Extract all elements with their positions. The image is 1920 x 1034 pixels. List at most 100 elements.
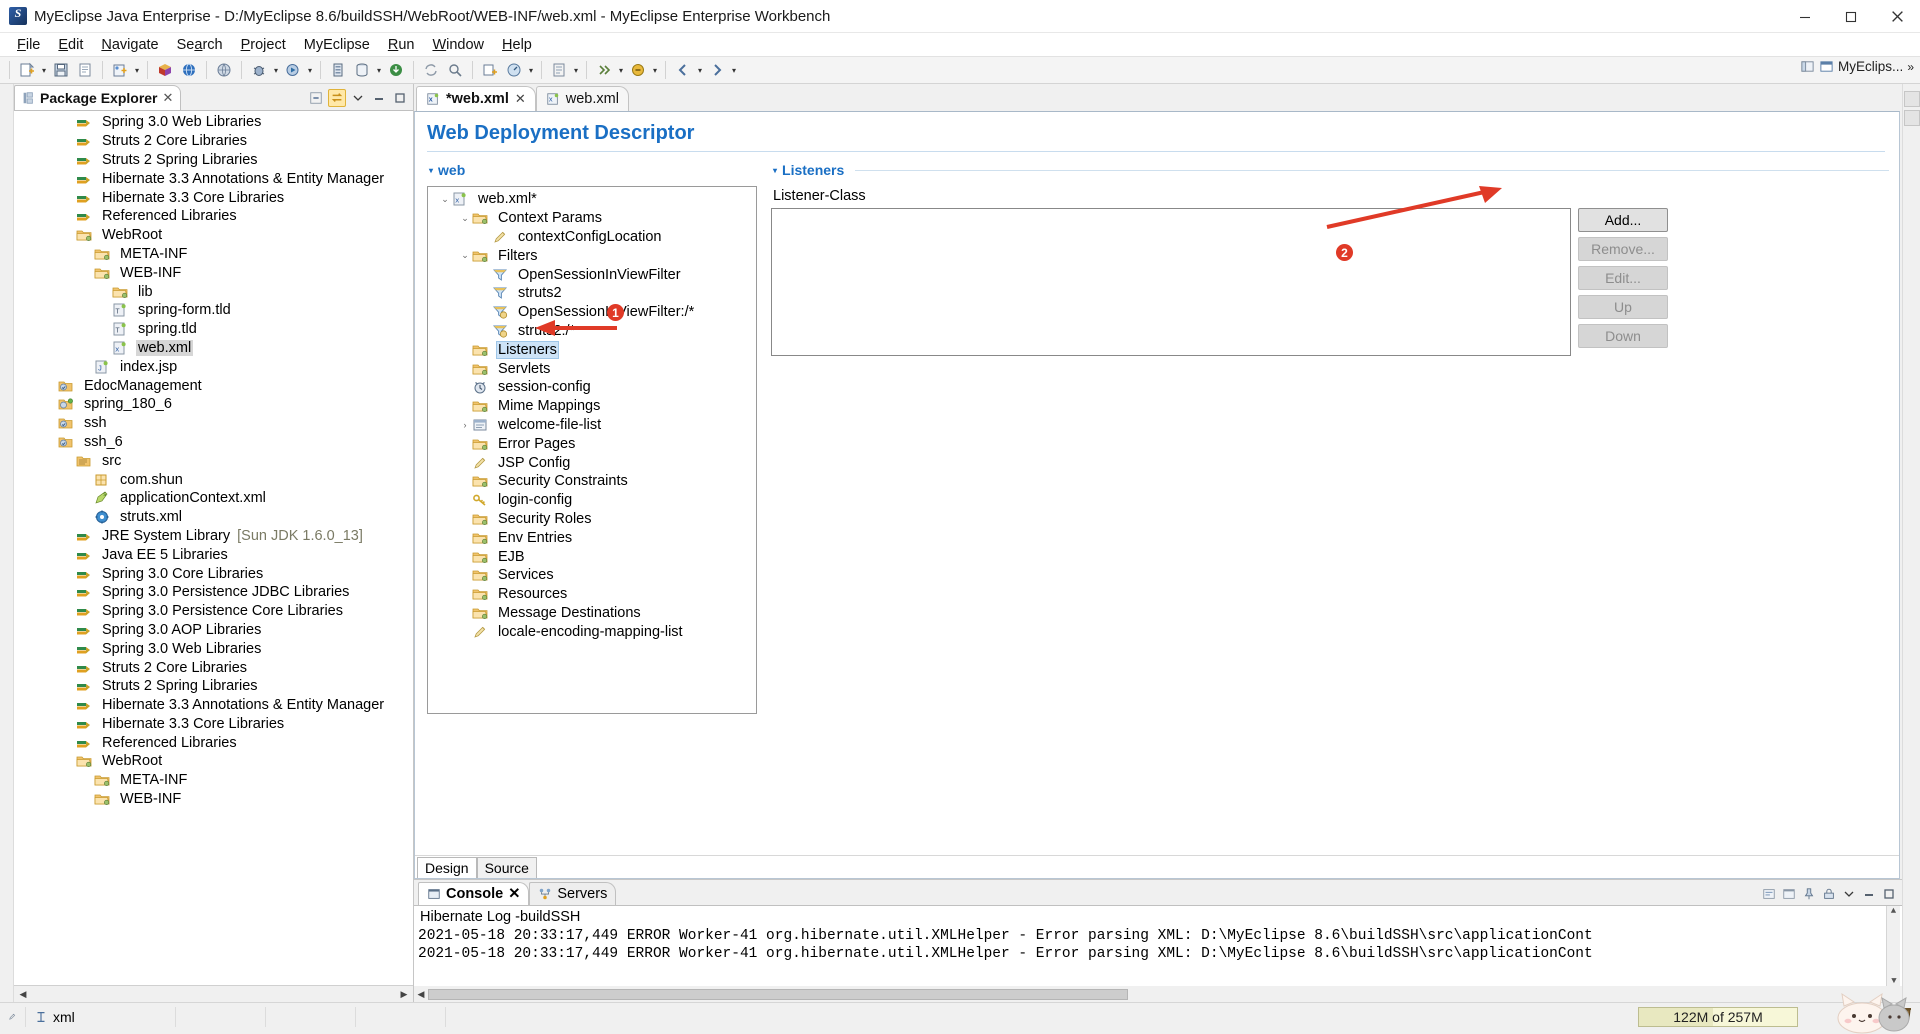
- explorer-tree-item[interactable]: Hibernate 3.3 Annotations & Entity Manag…: [14, 696, 413, 715]
- scroll-left-icon[interactable]: ◀: [414, 989, 428, 1000]
- explorer-tree-item[interactable]: Hibernate 3.3 Core Libraries: [14, 715, 413, 734]
- outline-fastview-icon[interactable]: [1903, 91, 1920, 107]
- explorer-tree-item[interactable]: spring_180_6: [14, 395, 413, 414]
- run-as-icon[interactable]: [282, 59, 304, 81]
- explorer-tree-item[interactable]: Java EE 5 Libraries: [14, 545, 413, 564]
- explorer-tree-item[interactable]: WEB-INF: [14, 790, 413, 809]
- view-menu-icon[interactable]: [349, 89, 367, 107]
- explorer-tree-item[interactable]: META-INF: [14, 245, 413, 264]
- explorer-tree-item[interactable]: Spring 3.0 Persistence Core Libraries: [14, 602, 413, 621]
- explorer-tree-item[interactable]: lib: [14, 282, 413, 301]
- link-with-editor-icon[interactable]: [328, 89, 346, 107]
- close-button[interactable]: [1874, 0, 1920, 33]
- explorer-tree-item[interactable]: WEB-INF: [14, 263, 413, 282]
- web-tree-item[interactable]: ⌄ Context Params: [432, 209, 756, 228]
- explorer-tree-item[interactable]: Spring 3.0 AOP Libraries: [14, 621, 413, 640]
- save-icon[interactable]: [50, 59, 72, 81]
- new-project-dropdown-icon[interactable]: ▾: [132, 59, 142, 81]
- previous-annotation-dropdown-icon[interactable]: ▾: [650, 59, 660, 81]
- web-tree-item[interactable]: ⌄ Filters: [432, 246, 756, 265]
- run-as-dropdown-icon[interactable]: ▾: [305, 59, 315, 81]
- collapse-all-icon[interactable]: [307, 89, 325, 107]
- chevron-down-icon[interactable]: ▾: [773, 166, 777, 175]
- close-icon[interactable]: ✕: [508, 886, 520, 902]
- web-section-header[interactable]: ▾ web: [427, 160, 757, 184]
- profile-dropdown-icon[interactable]: ▾: [526, 59, 536, 81]
- explorer-tree-item[interactable]: x web.xml: [14, 339, 413, 358]
- new-project-icon[interactable]: [109, 59, 131, 81]
- web-tree-item[interactable]: Services: [432, 566, 756, 585]
- previous-annotation-icon[interactable]: [627, 59, 649, 81]
- tree-twisty[interactable]: ⌄: [438, 194, 452, 205]
- explorer-tree-item[interactable]: Spring 3.0 Web Libraries: [14, 113, 413, 132]
- pin-console-icon[interactable]: [1800, 885, 1818, 903]
- display-selected-console-icon[interactable]: [1760, 885, 1778, 903]
- tab-package-explorer[interactable]: Package Explorer ✕: [14, 85, 182, 110]
- explorer-tree-item[interactable]: src: [14, 451, 413, 470]
- tree-twisty[interactable]: ⌄: [458, 250, 472, 261]
- minimize-icon[interactable]: [1860, 885, 1878, 903]
- explorer-tree-item[interactable]: Struts 2 Spring Libraries: [14, 677, 413, 696]
- web-tree-item[interactable]: OpenSessionInViewFilter: [432, 265, 756, 284]
- profile-icon[interactable]: [503, 59, 525, 81]
- tab-design[interactable]: Design: [417, 857, 477, 878]
- debug-icon[interactable]: [248, 59, 270, 81]
- menu-run[interactable]: Run: [379, 35, 424, 55]
- explorer-tree-item[interactable]: WebRoot: [14, 752, 413, 771]
- web-tree-item[interactable]: Resources: [432, 585, 756, 604]
- next-annotation-icon[interactable]: [593, 59, 615, 81]
- menu-edit[interactable]: Edit: [49, 35, 92, 55]
- explorer-tree-item[interactable]: Spring 3.0 Web Libraries: [14, 639, 413, 658]
- globe-icon[interactable]: [213, 59, 235, 81]
- explorer-tree-item[interactable]: META-INF: [14, 771, 413, 790]
- explorer-tree-item[interactable]: ssh_6: [14, 433, 413, 452]
- web-tree-item[interactable]: Servlets: [432, 359, 756, 378]
- database-dropdown-icon[interactable]: ▾: [374, 59, 384, 81]
- tab-source[interactable]: Source: [476, 857, 537, 878]
- open-type-dropdown-icon[interactable]: ▾: [571, 59, 581, 81]
- menu-navigate[interactable]: Navigate: [92, 35, 167, 55]
- maximize-button[interactable]: [1828, 0, 1874, 33]
- explorer-tree-item[interactable]: Struts 2 Core Libraries: [14, 132, 413, 151]
- scroll-up-icon[interactable]: ▲: [1887, 906, 1900, 916]
- explorer-horizontal-scrollbar[interactable]: ◀ ▶: [14, 985, 413, 1002]
- explorer-tree-item[interactable]: Spring 3.0 Persistence JDBC Libraries: [14, 583, 413, 602]
- heap-status[interactable]: 122M of 257M: [1638, 1007, 1798, 1027]
- explorer-tree-item[interactable]: Jindex.jsp: [14, 357, 413, 376]
- package-explorer-tree[interactable]: Spring 3.0 Web Libraries Struts 2 Core Li…: [14, 111, 413, 985]
- editor-tab-web-xml-dirty[interactable]: x *web.xml ✕: [416, 86, 536, 111]
- server-icon[interactable]: [327, 59, 349, 81]
- listeners-section-header[interactable]: ▾ Listeners: [771, 160, 1889, 184]
- web-tree-item[interactable]: login-config: [432, 491, 756, 510]
- deploy-icon[interactable]: [385, 59, 407, 81]
- chevron-down-icon[interactable]: ▾: [429, 166, 433, 175]
- listeners-tree-node[interactable]: Listeners: [432, 340, 756, 359]
- forward-dropdown-icon[interactable]: ▾: [729, 59, 739, 81]
- web-tree-item[interactable]: session-config: [432, 378, 756, 397]
- database-icon[interactable]: [351, 59, 373, 81]
- explorer-tree-item[interactable]: ssh: [14, 414, 413, 433]
- scroll-lock-icon[interactable]: [1820, 885, 1838, 903]
- explorer-tree-item[interactable]: s applicationContext.xml: [14, 489, 413, 508]
- search-icon[interactable]: [444, 59, 466, 81]
- scroll-track[interactable]: [30, 989, 397, 1000]
- web-xml-tree[interactable]: ⌄ x web.xml* ⌄ Context Params contextConfigLo…: [427, 186, 757, 714]
- back-dropdown-icon[interactable]: ▾: [695, 59, 705, 81]
- web-tree-item[interactable]: Security Constraints: [432, 472, 756, 491]
- close-icon[interactable]: ✕: [515, 91, 526, 107]
- explorer-tree-item[interactable]: Hibernate 3.3 Core Libraries: [14, 188, 413, 207]
- package-icon[interactable]: [154, 59, 176, 81]
- explorer-tree-item[interactable]: JRE System Library [Sun JDK 1.6.0_13]: [14, 527, 413, 546]
- console-horizontal-scrollbar[interactable]: ◀: [414, 986, 1902, 1002]
- explorer-tree-item[interactable]: Referenced Libraries: [14, 733, 413, 752]
- new-wizard-icon[interactable]: [16, 59, 38, 81]
- open-console-icon[interactable]: [1780, 885, 1798, 903]
- new-wizard-dropdown-icon[interactable]: ▾: [39, 59, 49, 81]
- explorer-tree-item[interactable]: Spring 3.0 Core Libraries: [14, 564, 413, 583]
- console-output[interactable]: Hibernate Log -buildSSH 2021-05-18 20:33…: [414, 905, 1902, 986]
- close-icon[interactable]: ✕: [163, 90, 174, 106]
- web-tree-item[interactable]: EJB: [432, 547, 756, 566]
- forward-icon[interactable]: [706, 59, 728, 81]
- menu-search[interactable]: Search: [168, 35, 232, 55]
- web-tree-item[interactable]: Error Pages: [432, 434, 756, 453]
